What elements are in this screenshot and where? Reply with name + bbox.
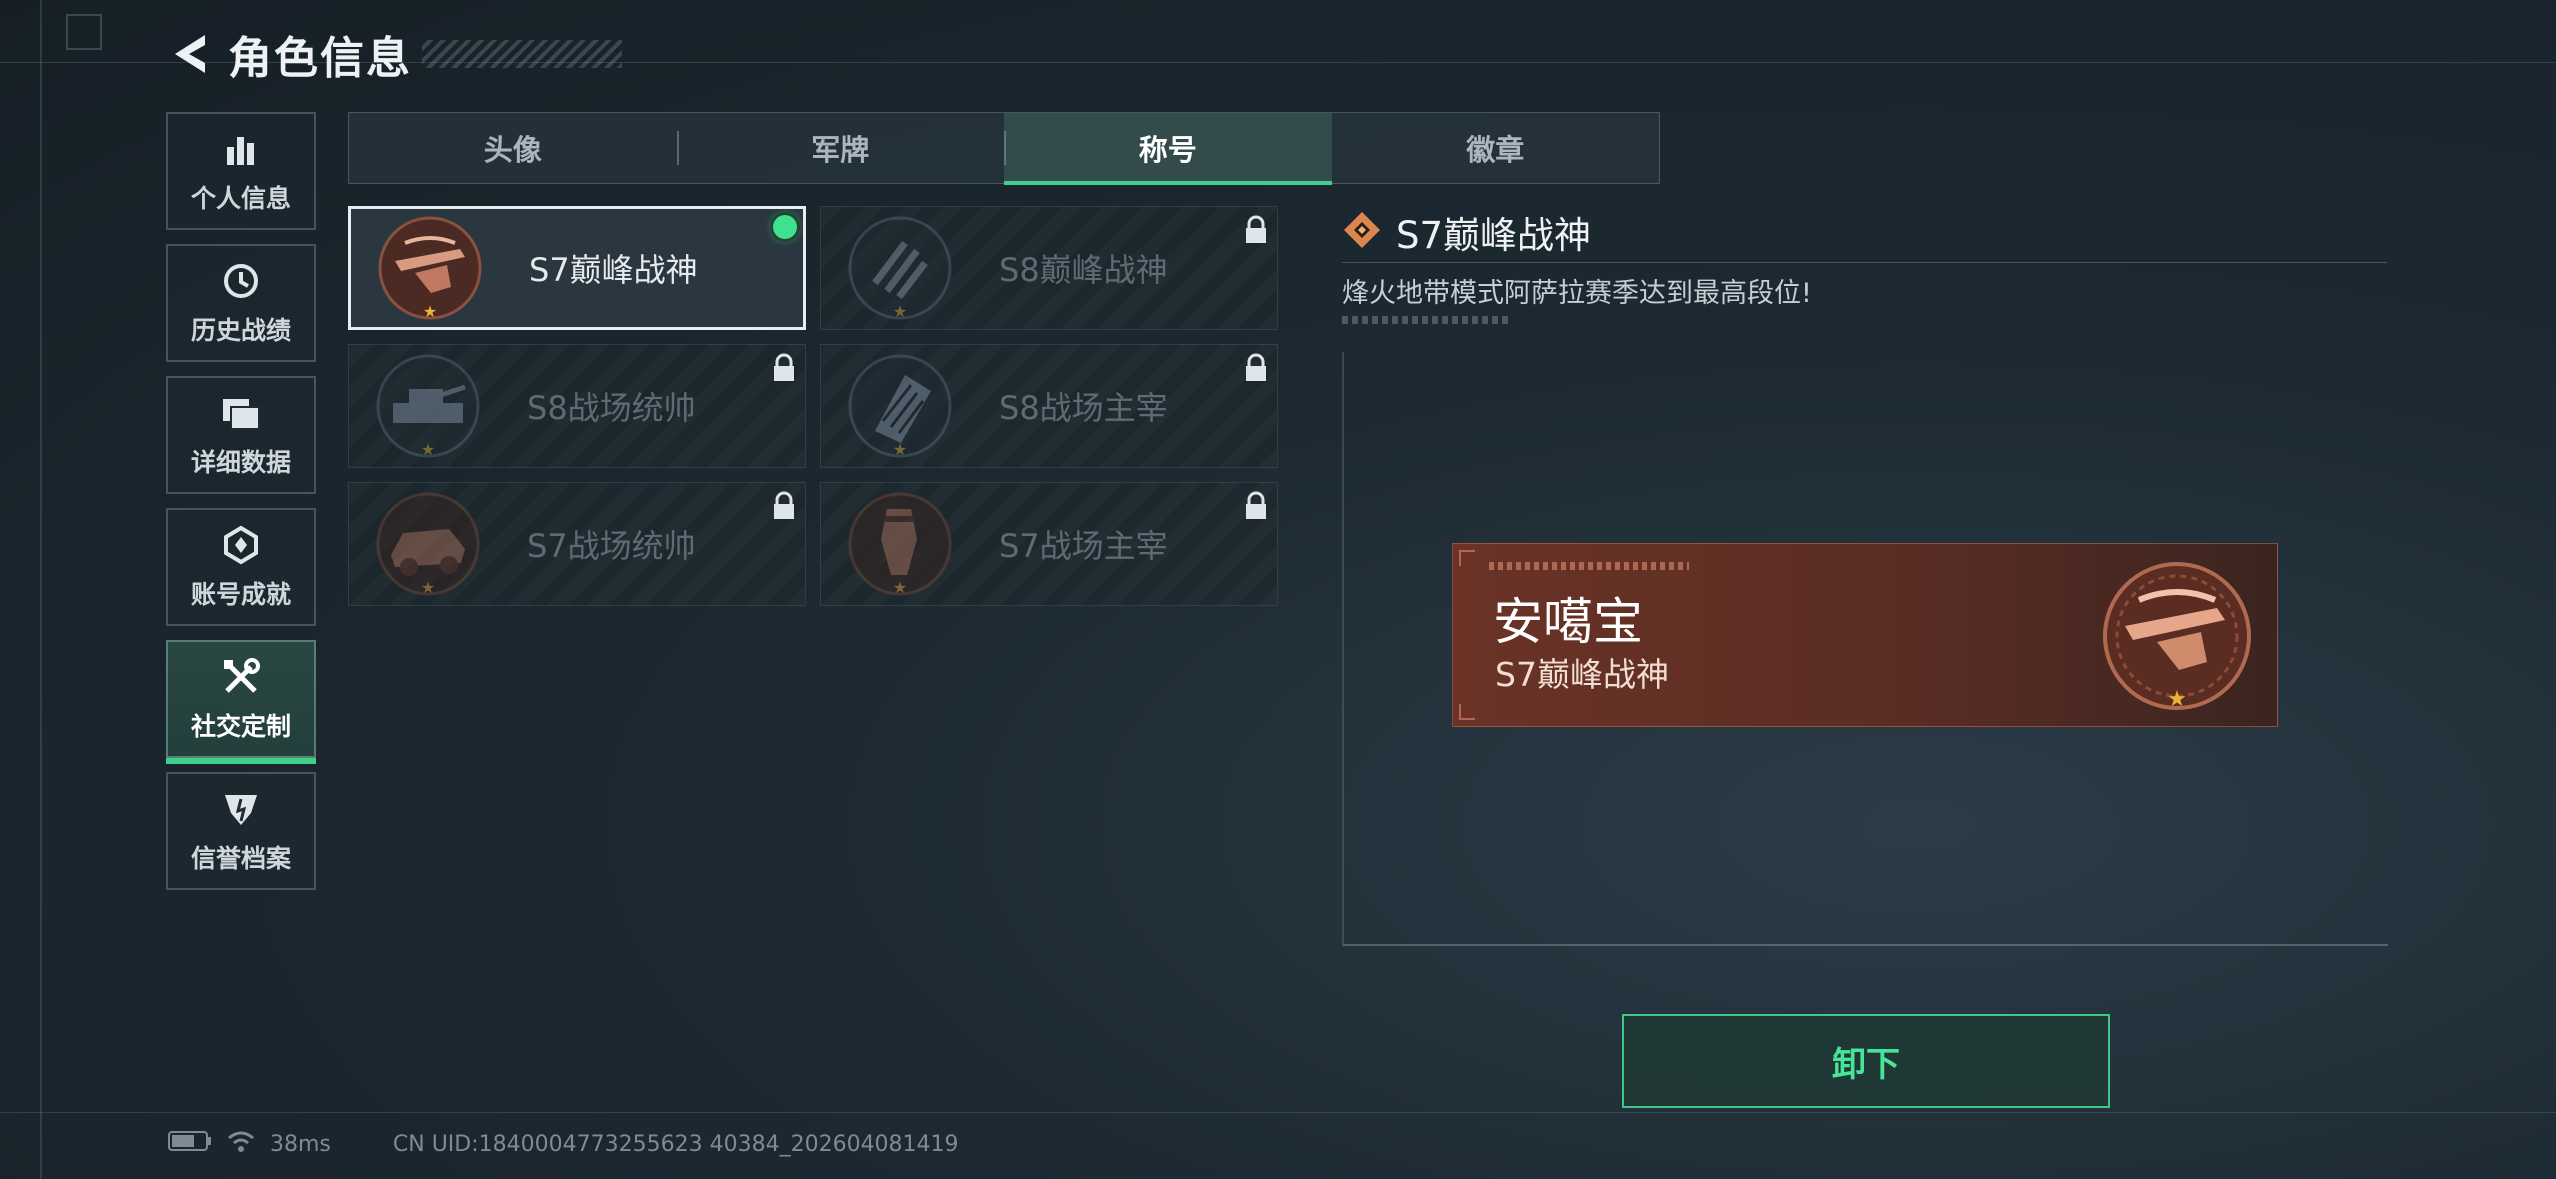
svg-text:★: ★ [2167,687,2187,712]
title-card-s7-peak-god[interactable]: ★ S7巅峰战神 [348,206,806,330]
lock-icon [1243,353,1269,383]
nav-item-label: 历史战绩 [190,316,291,345]
corner-bracket [1459,704,1475,720]
title-card-s8-field-marshal[interactable]: ★ S8战场统帅 [348,344,806,468]
tab-dogtag[interactable]: 军牌 [676,113,1005,183]
title-card-name: S8战场主宰 [999,389,1168,427]
title-grid: ★ S7巅峰战神 ★ S8巅峰战神 ★ S8战场统帅 ★ S8战场主宰 ★ S7… [348,206,1278,606]
lock-icon [771,491,797,521]
ping-value: 38ms [270,1131,331,1157]
lock-icon [771,353,797,383]
battery-icon [168,1130,212,1158]
detail-header: S7巅峰战神 [1342,206,2392,258]
detail-title: S7巅峰战神 [1396,214,1592,257]
diamond-icon [1342,210,1382,254]
bar-chart-icon [219,127,263,171]
tab-title[interactable]: 称号 [1004,113,1332,185]
title-card-name: S8战场统帅 [527,389,696,427]
shield-badge-icon [219,787,263,831]
achievement-icon [219,523,263,567]
lock-icon [1243,491,1269,521]
detail-description: 烽火地带模式阿萨拉赛季达到最高段位! [1342,278,1812,309]
page-title: 角色信息 [228,33,412,84]
title-card-s7-field-ruler[interactable]: ★ S7战场主宰 [820,482,1278,606]
corner-bracket [1459,550,1475,566]
tank-emblem-icon: ★ [373,351,483,461]
title-card-name: S8巅峰战神 [999,251,1168,289]
stripes-emblem-icon: ★ [845,213,955,323]
star-icon: ★ [892,302,908,321]
nav-item-label: 社交定制 [190,712,291,741]
vehicle-emblem-icon: ★ [373,489,483,599]
frame-line-bottom [0,1112,2556,1113]
title-card-name: S7战场主宰 [999,527,1168,565]
crossbow-emblem-icon: ★ [375,213,485,323]
tab-bar: 头像 军牌 称号 徽章 [348,112,1660,185]
status-bar: 38ms CN UID:1840004773255623 40384_20260… [168,1126,959,1162]
unequip-button[interactable]: 卸下 [1622,1014,2110,1108]
nav-item-social-custom[interactable]: 社交定制 [166,640,316,764]
nav-item-label: 详细数据 [190,448,291,477]
nav-item-achievements[interactable]: 账号成就 [166,508,316,626]
player-name: 安噶宝 [1493,593,1643,651]
star-icon: ★ [420,578,436,597]
title-detail-panel: S7巅峰战神 烽火地带模式阿萨拉赛季达到最高段位! [1342,206,2392,324]
star-icon: ★ [422,302,438,321]
decorative-dots [1342,316,1512,324]
page-header: 角色信息 [166,24,622,84]
frame-line-left [40,0,42,1179]
star-icon: ★ [892,578,908,597]
user-uid: CN UID:1840004773255623 40384_2026040814… [392,1131,959,1157]
nav-item-personal-info[interactable]: 个人信息 [166,112,316,230]
nav-item-label: 信誉档案 [190,844,291,873]
lock-icon [1243,215,1269,245]
title-card-s7-field-marshal[interactable]: ★ S7战场统帅 [348,482,806,606]
frame-corner [66,14,102,50]
title-card-name: S7战场统帅 [527,527,696,565]
nameplate-title: S7巅峰战神 [1495,655,1669,694]
title-decoration [422,40,622,68]
nameplate-preview: 安噶宝 S7巅峰战神 ★ [1452,543,2278,727]
history-clock-icon [219,259,263,303]
wifi-icon [226,1129,256,1159]
back-arrow-icon[interactable] [166,28,210,80]
nav-item-reputation[interactable]: 信誉档案 [166,772,316,890]
soldier-emblem-icon: ★ [845,489,955,599]
decorative-glyphs [1489,562,1689,570]
nav-item-history[interactable]: 历史战绩 [166,244,316,362]
grid-emblem-icon: ★ [845,351,955,461]
crossbow-emblem-icon: ★ [2097,556,2257,716]
star-icon: ★ [892,440,908,459]
title-card-s8-field-ruler[interactable]: ★ S8战场主宰 [820,344,1278,468]
tools-icon [219,655,263,699]
nav-item-label: 账号成就 [190,580,291,609]
nav-item-label: 个人信息 [190,184,291,213]
title-card-s8-peak-god[interactable]: ★ S8巅峰战神 [820,206,1278,330]
tab-avatar[interactable]: 头像 [349,113,677,183]
divider [1342,262,2387,263]
tab-badge[interactable]: 徽章 [1332,113,1660,183]
star-icon: ★ [420,440,436,459]
side-nav: 个人信息 历史战绩 详细数据 账号成就 社交定制 信誉档案 [166,112,316,904]
folder-icon [219,391,263,435]
equipped-indicator-icon [773,215,797,239]
title-card-name: S7巅峰战神 [529,251,698,289]
nav-item-detailed-data[interactable]: 详细数据 [166,376,316,494]
